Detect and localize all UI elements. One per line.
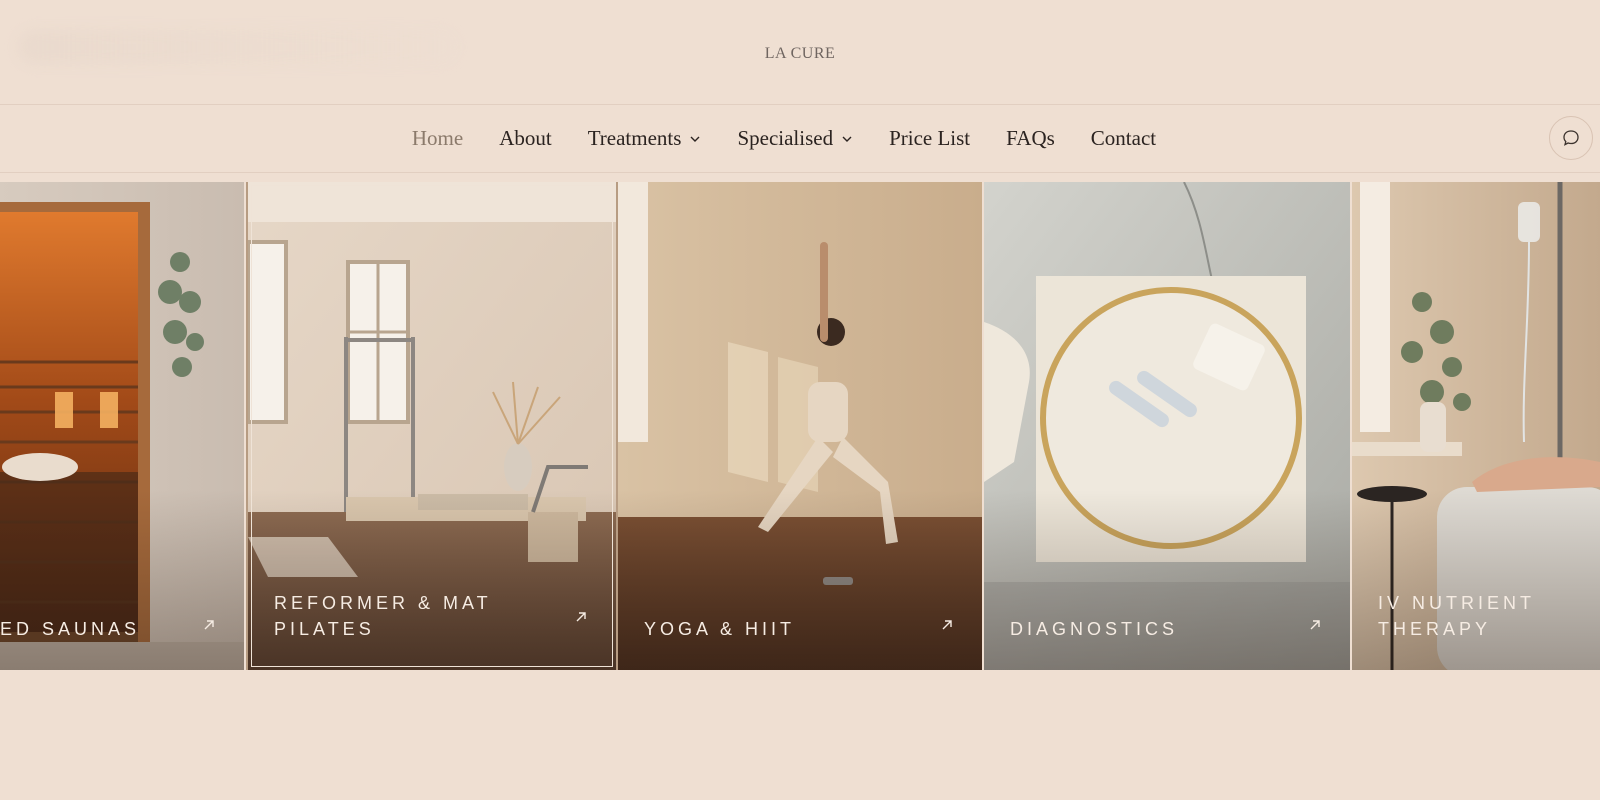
nav-home-label: Home — [411, 126, 464, 150]
nav-price-list-label: Price List — [889, 126, 971, 150]
card-saunas[interactable]: ED SAUNAS — [0, 182, 244, 670]
nav-about-label: About — [499, 126, 552, 150]
nav-contact[interactable]: Contact — [1091, 126, 1156, 151]
nav-contact-label: Contact — [1090, 126, 1157, 150]
card-iv-nutrient-therapy-label: IV NUTRIENT THERAPY — [1378, 593, 1535, 639]
nav-faqs[interactable]: FAQs — [1006, 126, 1055, 151]
nav-faqs-label: FAQs — [1006, 126, 1055, 150]
chat-bubble-icon — [1563, 130, 1579, 146]
card-reformer-pilates[interactable]: REFORMER & MAT PILATES — [246, 182, 618, 670]
nav-home[interactable]: Home — [412, 126, 463, 151]
card-shade — [1352, 490, 1600, 670]
blurred-announcement — [18, 30, 458, 64]
chat-button[interactable] — [1549, 116, 1593, 160]
arrow-up-right-icon — [942, 620, 952, 630]
logo-text: LA CURE — [764, 45, 836, 62]
top-bar: LA CURE — [0, 0, 1600, 104]
chevron-down-icon — [690, 136, 700, 142]
treatments-carousel: ED SAUNAS REFORMER & MAT PILATES YOGA & … — [0, 182, 1600, 670]
nav-price-list[interactable]: Price List — [889, 126, 970, 151]
main-nav: Home About Treatments Specialised Price … — [0, 105, 1600, 172]
arrow-up-right-icon — [576, 612, 586, 622]
nav-specialised-label: Specialised — [737, 126, 834, 150]
card-reformer-pilates-label: REFORMER & MAT PILATES — [274, 593, 492, 639]
site-logo[interactable]: LA CURE — [760, 44, 840, 64]
nav-about[interactable]: About — [499, 126, 552, 151]
card-shade — [984, 490, 1350, 670]
arrow-up-right-icon — [204, 620, 214, 630]
chevron-down-icon — [842, 136, 852, 142]
card-shade — [248, 490, 616, 670]
nav-specialised[interactable]: Specialised — [737, 126, 853, 151]
card-yoga-hiit[interactable]: YOGA & HIIT — [618, 182, 982, 670]
nav-treatments-label: Treatments — [587, 126, 682, 150]
card-shade — [0, 490, 244, 670]
card-diagnostics[interactable]: DIAGNOSTICS — [984, 182, 1350, 670]
card-iv-nutrient-therapy[interactable]: IV NUTRIENT THERAPY — [1352, 182, 1600, 670]
arrow-up-right-icon — [1310, 620, 1320, 630]
nav-treatments[interactable]: Treatments — [588, 126, 702, 151]
card-yoga-hiit-label: YOGA & HIIT — [644, 619, 796, 639]
card-diagnostics-label: DIAGNOSTICS — [1010, 619, 1179, 639]
nav-divider — [0, 172, 1600, 173]
card-shade — [618, 490, 982, 670]
